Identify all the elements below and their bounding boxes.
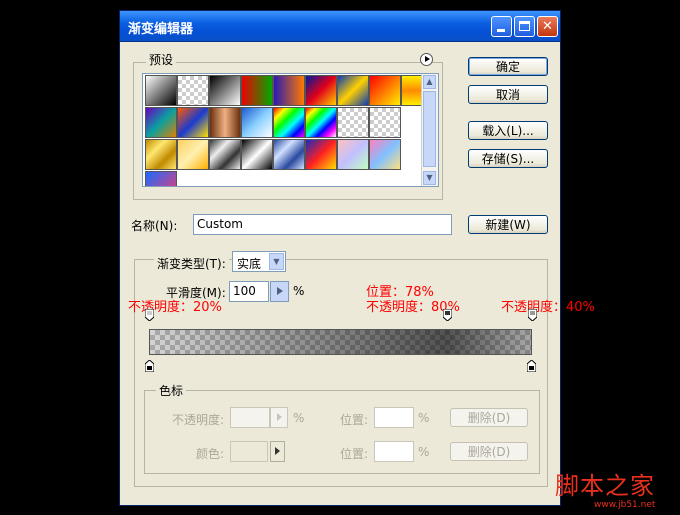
stop-position-label-2: 位置:	[340, 447, 369, 461]
load-button[interactable]: 载入(L)...	[468, 121, 548, 140]
preset-swatch[interactable]	[145, 171, 177, 186]
preset-swatch-list[interactable]: ▲ ▼	[142, 73, 439, 187]
preset-swatch[interactable]	[177, 107, 209, 138]
new-button[interactable]: 新建(W)	[468, 215, 548, 234]
chevron-down-icon[interactable]: ▼	[269, 253, 284, 270]
smoothness-stepper[interactable]	[270, 281, 289, 302]
stop-position-input-1[interactable]	[374, 407, 414, 428]
preset-swatch[interactable]	[369, 107, 401, 138]
stops-group-label: 色标	[156, 382, 187, 399]
opacity-stop[interactable]	[527, 309, 537, 321]
ok-button[interactable]: 确定	[468, 57, 548, 76]
title-bar[interactable]: 渐变编辑器 ✕	[120, 11, 560, 42]
preset-swatch[interactable]	[305, 75, 337, 106]
opacity-stop[interactable]	[144, 309, 154, 321]
preset-swatch[interactable]	[305, 139, 337, 170]
minimize-icon	[497, 29, 505, 32]
presets-label: 预设	[146, 51, 177, 68]
stop-opacity-unit: %	[293, 411, 305, 425]
preset-swatch[interactable]	[145, 139, 177, 170]
stop-position-label-1: 位置:	[340, 413, 369, 427]
presets-menu-button[interactable]	[420, 53, 433, 66]
color-stop-left[interactable]	[145, 360, 154, 372]
play-icon	[277, 413, 282, 421]
watermark-url: www.jb51.net	[594, 500, 656, 510]
preset-swatch[interactable]	[273, 139, 305, 170]
scroll-thumb[interactable]	[423, 91, 436, 167]
preset-swatch[interactable]	[337, 139, 369, 170]
preset-swatch[interactable]	[145, 75, 177, 106]
stop-color-label: 颜色:	[196, 447, 225, 461]
gradient-preview-bar[interactable]	[149, 329, 532, 355]
minimize-button[interactable]	[491, 16, 512, 37]
close-icon: ✕	[542, 19, 553, 34]
preset-swatch[interactable]	[337, 107, 369, 138]
stop-opacity-stepper[interactable]	[270, 407, 288, 428]
name-label: 名称(N):	[131, 219, 178, 233]
smoothness-input[interactable]: 100	[229, 281, 269, 302]
preset-swatch[interactable]	[273, 107, 305, 138]
maximize-button[interactable]	[514, 16, 535, 37]
preset-swatch[interactable]	[145, 107, 177, 138]
preset-swatch[interactable]	[305, 107, 337, 138]
stop-position-unit-2: %	[418, 445, 430, 459]
cancel-button[interactable]: 取消	[468, 85, 548, 104]
preset-swatch[interactable]	[177, 139, 209, 170]
play-icon	[277, 287, 283, 295]
preset-swatch[interactable]	[209, 139, 241, 170]
name-input[interactable]: Custom	[193, 214, 452, 235]
annotation-right-opacity: 不透明度：40%	[501, 300, 595, 315]
preset-scrollbar[interactable]: ▲ ▼	[421, 74, 438, 186]
gradient-overlay	[150, 330, 531, 354]
gradient-type-label: 渐变类型(T):	[154, 255, 229, 272]
save-button[interactable]: 存储(S)...	[468, 149, 548, 168]
maximize-icon	[519, 21, 530, 31]
preset-swatch[interactable]	[337, 75, 369, 106]
opacity-stop[interactable]	[443, 309, 453, 321]
preset-swatch[interactable]	[209, 75, 241, 106]
preset-swatch[interactable]	[369, 75, 401, 106]
delete-color-stop-button[interactable]: 删除(D)	[450, 442, 528, 461]
window-title: 渐变编辑器	[128, 22, 194, 37]
stop-position-unit-1: %	[418, 411, 430, 425]
delete-opacity-stop-button[interactable]: 删除(D)	[450, 408, 528, 427]
gradient-type-select[interactable]: 实底 ▼	[232, 251, 286, 272]
preset-swatch[interactable]	[369, 139, 401, 170]
stop-position-input-2[interactable]	[374, 441, 414, 462]
gradient-editor-dialog: 渐变编辑器 ✕ 预设 ▲ ▼ 确定 取消 载入(L)... 存储(S)... 名…	[119, 10, 595, 506]
scroll-down-icon[interactable]: ▼	[423, 171, 436, 185]
stop-color-swatch[interactable]	[230, 441, 268, 462]
stop-opacity-label: 不透明度:	[172, 413, 225, 427]
play-icon	[275, 447, 280, 455]
stop-opacity-input[interactable]	[230, 407, 270, 428]
gradient-type-value: 实底	[237, 257, 262, 271]
preset-swatch[interactable]	[177, 75, 209, 106]
color-stop-right[interactable]	[527, 360, 536, 372]
preset-swatch[interactable]	[241, 139, 273, 170]
scroll-up-icon[interactable]: ▲	[423, 75, 436, 89]
smoothness-unit: %	[293, 284, 305, 298]
watermark-text: 脚本之家	[555, 472, 655, 500]
play-icon	[425, 56, 430, 62]
preset-swatch[interactable]	[241, 75, 273, 106]
close-button[interactable]: ✕	[537, 16, 558, 37]
preset-swatch[interactable]	[241, 107, 273, 138]
preset-swatch[interactable]	[273, 75, 305, 106]
stop-color-menu-button[interactable]	[270, 441, 285, 462]
annotation-left-opacity: 不透明度：20%	[128, 300, 222, 315]
preset-swatch[interactable]	[209, 107, 241, 138]
